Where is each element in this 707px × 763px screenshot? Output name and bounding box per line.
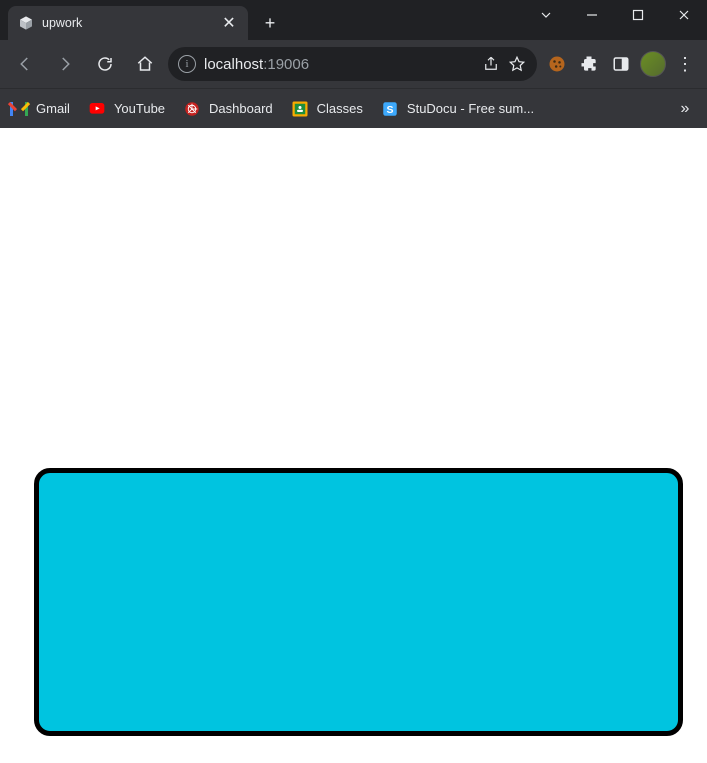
page-content xyxy=(0,128,707,763)
bookmark-studocu[interactable]: S StuDocu - Free sum... xyxy=(381,100,534,118)
bookmark-label: Gmail xyxy=(36,101,70,116)
bookmark-youtube[interactable]: YouTube xyxy=(88,100,165,118)
bookmark-classes[interactable]: Classes xyxy=(291,100,363,118)
bookmarks-overflow-button[interactable]: » xyxy=(673,100,697,118)
close-window-button[interactable] xyxy=(661,0,707,30)
url-host: localhost xyxy=(204,56,263,73)
info-icon: i xyxy=(178,55,196,73)
profile-avatar[interactable] xyxy=(639,50,667,78)
window-controls xyxy=(523,0,707,40)
bookmark-star-icon[interactable] xyxy=(507,54,527,74)
toolbar-right-icons: ⋮ xyxy=(543,50,699,78)
browser-tab[interactable]: upwork ✕ xyxy=(8,6,248,40)
svg-text:S: S xyxy=(386,103,393,115)
site-info[interactable]: i xyxy=(178,55,196,73)
cyan-panel xyxy=(34,468,683,736)
bookmark-gmail[interactable]: Gmail xyxy=(10,100,70,118)
tab-strip: upwork ✕ + xyxy=(0,0,284,40)
bookmark-label: Dashboard xyxy=(209,101,273,116)
tab-close-button[interactable]: ✕ xyxy=(220,14,238,32)
bookmarks-bar: Gmail YouTube Dashboard Classes S StuDoc… xyxy=(0,88,707,128)
forward-button[interactable] xyxy=(48,47,82,81)
bookmark-label: Classes xyxy=(317,101,363,116)
reload-button[interactable] xyxy=(88,47,122,81)
cube-icon xyxy=(18,15,34,31)
gmail-icon xyxy=(10,100,28,118)
window-titlebar: upwork ✕ + xyxy=(0,0,707,40)
dashboard-icon xyxy=(183,100,201,118)
maximize-button[interactable] xyxy=(615,0,661,30)
new-tab-button[interactable]: + xyxy=(256,9,284,37)
url-text: localhost:19006 xyxy=(204,56,309,73)
side-panel-icon[interactable] xyxy=(607,50,635,78)
tab-search-button[interactable] xyxy=(523,0,569,30)
bookmark-dashboard[interactable]: Dashboard xyxy=(183,100,273,118)
classroom-icon xyxy=(291,100,309,118)
url-port: :19006 xyxy=(263,56,309,73)
back-button[interactable] xyxy=(8,47,42,81)
tab-title: upwork xyxy=(42,16,212,30)
cookie-extension-icon[interactable] xyxy=(543,50,571,78)
minimize-button[interactable] xyxy=(569,0,615,30)
address-bar[interactable]: i localhost:19006 xyxy=(168,47,537,81)
menu-button[interactable]: ⋮ xyxy=(671,54,699,75)
share-icon[interactable] xyxy=(481,54,501,74)
browser-toolbar: i localhost:19006 ⋮ xyxy=(0,40,707,88)
extensions-icon[interactable] xyxy=(575,50,603,78)
studocu-icon: S xyxy=(381,100,399,118)
home-button[interactable] xyxy=(128,47,162,81)
bookmark-label: StuDocu - Free sum... xyxy=(407,101,534,116)
youtube-icon xyxy=(88,100,106,118)
bookmark-label: YouTube xyxy=(114,101,165,116)
